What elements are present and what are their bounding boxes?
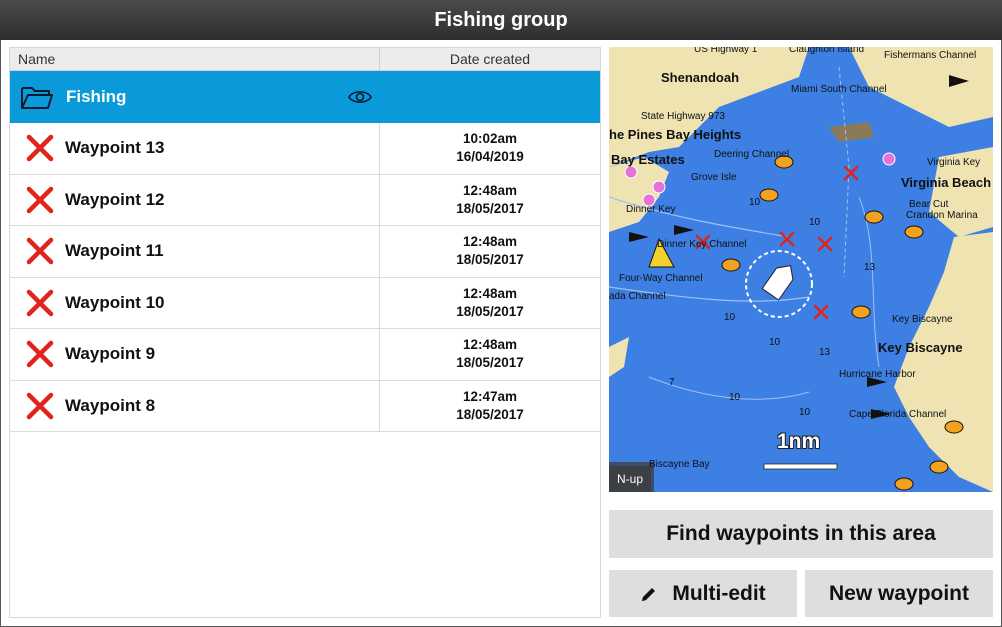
waypoint-date: 18/05/2017	[456, 200, 524, 216]
folder-label: Fishing	[66, 87, 127, 106]
waypoint-name: Waypoint 10	[65, 292, 165, 312]
cross-icon	[26, 289, 54, 316]
cross-icon	[26, 135, 54, 162]
multi-edit-label: Multi-edit	[672, 581, 766, 605]
waypoint-time: 12:48am	[462, 182, 518, 198]
waypoint-time: 10:02am	[462, 131, 518, 147]
map-label-grove-isle: Grove Isle	[691, 172, 737, 183]
folder-icon	[21, 87, 53, 109]
waypoint-date-cell: 12:48am 18/05/2017	[380, 278, 600, 329]
map-label-dinner-key: Dinner Key	[626, 204, 676, 215]
map-label-deering: Deering Channel	[714, 149, 790, 160]
waypoint-date-cell: 12:48am 18/05/2017	[380, 329, 600, 380]
map-orientation[interactable]: N-up	[609, 466, 652, 492]
map-label-virginia-beach: Virginia Beach	[901, 175, 992, 190]
depth-sounding: 10	[729, 392, 741, 403]
map-label-bear-cut: Bear Cut	[909, 199, 949, 210]
find-waypoints-button[interactable]: Find waypoints in this area	[609, 510, 993, 558]
waypoint-name: Waypoint 12	[65, 189, 165, 209]
waypoint-name-cell: Waypoint 10	[10, 277, 380, 328]
waypoint-row[interactable]: Waypoint 12 12:48am 18/05/2017	[10, 174, 600, 226]
column-header-name[interactable]: Name	[10, 48, 380, 70]
eye-icon[interactable]	[348, 88, 372, 106]
waypoint-date: 18/05/2017	[456, 303, 524, 319]
waypoint-time: 12:48am	[462, 285, 518, 301]
map-label-virginia-key: Virginia Key	[927, 157, 981, 168]
map-label-crandon: Crandon Marina	[906, 210, 978, 221]
folder-row-fishing[interactable]: Fishing	[10, 71, 600, 123]
waypoint-name: Waypoint 8	[65, 395, 156, 415]
waypoint-name-cell: Waypoint 13	[10, 123, 380, 174]
map-label-miami-south: Miami South Channel	[791, 84, 887, 95]
map-label-four-way: Four-Way Channel	[619, 273, 703, 284]
waypoint-name-cell: Waypoint 9	[10, 329, 380, 380]
waypoint-date: 16/04/2019	[456, 149, 524, 165]
window-title: Fishing group	[434, 8, 568, 31]
waypoint-name: Waypoint 13	[65, 138, 165, 158]
waypoint-date-cell: 12:47am 18/05/2017	[380, 381, 600, 432]
map-label-hurricane-harbor: Hurricane Harbor	[839, 369, 916, 380]
map-label-key-biscayne: Key Biscayne	[878, 340, 963, 355]
waypoint-row[interactable]: Waypoint 13 10:02am 16/04/2019	[10, 123, 600, 175]
depth-sounding: 10	[799, 407, 811, 418]
waypoint-date-cell: 12:48am 18/05/2017	[380, 226, 600, 277]
depth-sounding: 10	[809, 217, 821, 228]
list-header: Name Date created	[10, 48, 600, 71]
map-label-key-biscayne-small: Key Biscayne	[892, 314, 953, 325]
waypoint-time: 12:48am	[462, 337, 518, 353]
waypoint-list: Name Date created Fishing Waypoint 13 10:…	[9, 47, 601, 618]
cross-icon	[26, 238, 54, 265]
depth-sounding: 10	[724, 312, 736, 323]
waypoint-row[interactable]: Waypoint 8 12:47am 18/05/2017	[10, 380, 600, 432]
map-label-dinner-key-channel: Dinner Key Channel	[657, 239, 747, 250]
map-label-ada-channel: ada Channel	[609, 291, 666, 302]
map-scale: 1nm	[777, 430, 821, 453]
depth-sounding: 10	[749, 197, 761, 208]
new-waypoint-button[interactable]: New waypoint	[805, 570, 993, 617]
waypoint-date-cell: 10:02am 16/04/2019	[380, 123, 600, 174]
waypoint-name: Waypoint 11	[65, 241, 164, 261]
multi-edit-button[interactable]: Multi-edit	[609, 570, 797, 617]
waypoint-date: 18/05/2017	[456, 406, 524, 422]
map-label-fishermans: Fishermans Channel	[884, 50, 977, 61]
title-bar: Fishing group	[0, 0, 1002, 40]
map-label-claughton: Claughton Island	[789, 47, 865, 55]
waypoint-time: 12:47am	[462, 388, 518, 404]
waypoint-row[interactable]: Waypoint 10 12:48am 18/05/2017	[10, 277, 600, 329]
map-label-shenandoah: Shenandoah	[661, 70, 740, 85]
waypoint-time: 12:48am	[462, 234, 518, 250]
map-label-us-highway: US Highway 1	[694, 47, 758, 55]
waypoint-row[interactable]: Waypoint 9 12:48am 18/05/2017	[10, 329, 600, 381]
waypoint-name-cell: Waypoint 11	[10, 226, 380, 277]
waypoint-rows: Waypoint 13 10:02am 16/04/2019 Waypoint 12 1…	[10, 123, 600, 432]
cross-icon	[26, 341, 54, 368]
waypoint-date: 18/05/2017	[456, 252, 524, 268]
cross-icon	[26, 186, 54, 213]
map-label-cape-florida: Cape Florida Channel	[849, 409, 947, 420]
waypoint-date: 18/05/2017	[456, 355, 524, 371]
depth-sounding: 13	[864, 262, 876, 273]
waypoint-date-cell: 12:48am 18/05/2017	[380, 175, 600, 226]
waypoint-row[interactable]: Waypoint 11 12:48am 18/05/2017	[10, 226, 600, 278]
map-label-biscayne-bay: Biscayne Bay	[649, 459, 710, 470]
waypoint-name-cell: Waypoint 8	[10, 380, 380, 431]
map-label-state-highway: State Highway 973	[641, 111, 725, 122]
depth-sounding: 7	[669, 377, 675, 388]
depth-sounding: 10	[769, 337, 781, 348]
pencil-icon	[642, 587, 656, 601]
waypoint-name-cell: Waypoint 12	[10, 174, 380, 225]
map-label-bay-estates: Bay Estates	[611, 152, 685, 167]
map-label-pines: he Pines Bay Heights	[609, 127, 742, 142]
cross-icon	[26, 392, 54, 419]
waypoint-name: Waypoint 9	[65, 344, 156, 364]
column-header-date-created[interactable]: Date created	[380, 48, 600, 70]
depth-sounding: 13	[819, 347, 831, 358]
chart-map[interactable]: Shenandoah he Pines Bay Heights Bay Esta…	[609, 47, 993, 492]
